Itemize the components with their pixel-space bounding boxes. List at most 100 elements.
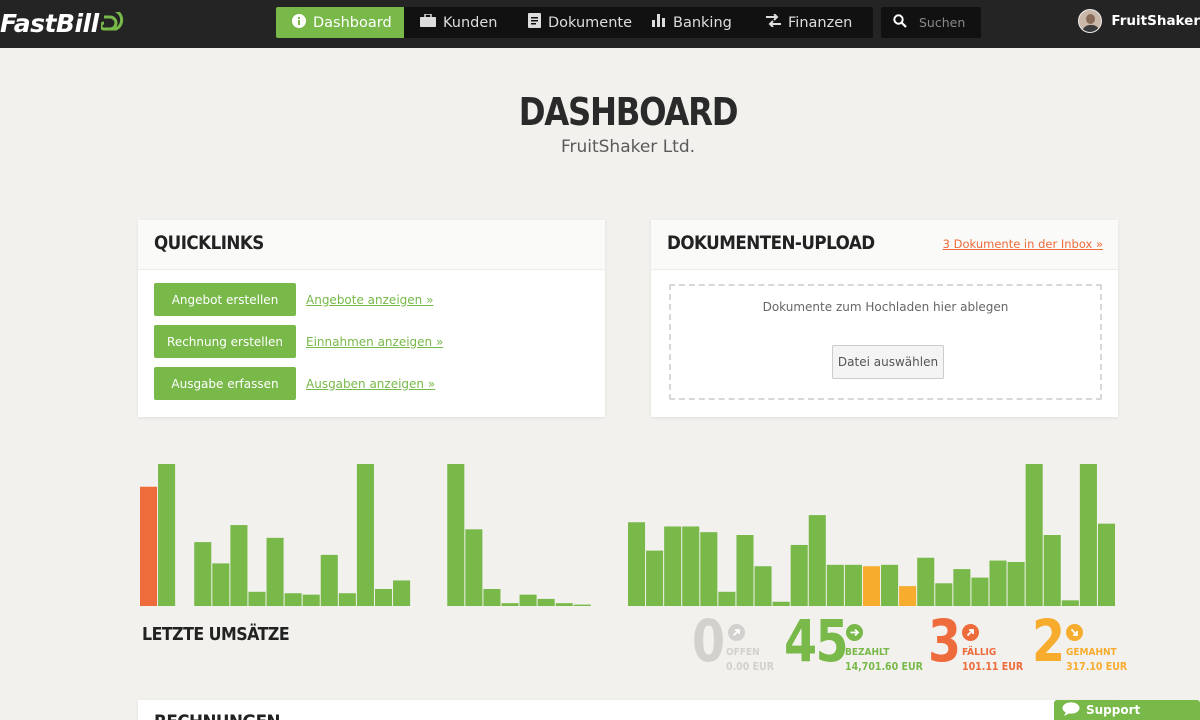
chart-bar[interactable] [664, 526, 682, 606]
chart-bar[interactable] [971, 577, 989, 606]
avatar[interactable] [1078, 9, 1103, 33]
stat-amount: 0.00 EUR [726, 661, 775, 673]
exchange-icon [766, 13, 788, 31]
create-invoice-button[interactable]: Rechnung erstellen [154, 325, 296, 358]
inbox-link[interactable]: 3 Dokumente in der Inbox » [943, 237, 1103, 251]
stat-amount: 317.10 EUR [1066, 661, 1128, 673]
search-input[interactable] [919, 15, 979, 30]
chart-bar[interactable] [628, 522, 646, 606]
chart-bar[interactable] [1097, 523, 1115, 606]
chart-bar[interactable] [573, 604, 591, 606]
record-expense-button[interactable]: Ausgabe erfassen [154, 367, 296, 400]
stat-number: 0 [692, 607, 725, 675]
chart-bar[interactable] [790, 544, 808, 606]
chart-bar[interactable] [284, 593, 302, 606]
chart-bar[interactable] [140, 486, 158, 606]
stat-amount: 101.11 EUR [962, 661, 1024, 673]
chart-bar[interactable] [338, 593, 356, 606]
support-button[interactable]: Support [1054, 700, 1200, 720]
stat-label: FÄLLIG [962, 647, 997, 658]
chart-bar[interactable] [826, 564, 844, 606]
bar-chart-icon [652, 14, 673, 31]
app-logo[interactable]: FastBill [0, 6, 125, 40]
arrow-up-right-icon [962, 624, 979, 641]
chart-bar[interactable] [1025, 464, 1043, 606]
nav-item-label: Dokumente [548, 14, 633, 31]
revenue-section-title: LETZTE UMSÄTZE [142, 624, 290, 645]
card-header: DOKUMENTEN-UPLOAD 3 Dokumente in der Inb… [651, 220, 1118, 270]
chart-bar[interactable] [862, 566, 881, 606]
chart-bar[interactable] [374, 588, 393, 606]
search-icon[interactable] [893, 13, 907, 32]
chat-bubble-icon [1062, 701, 1080, 720]
user-name[interactable]: FruitShaker [1111, 13, 1200, 29]
stat-number: 45 [784, 607, 849, 675]
chart-bar[interactable] [989, 560, 1007, 606]
stat-amount: 14,701.60 EUR [845, 661, 923, 673]
chart-bar[interactable] [646, 550, 664, 606]
nav-item-dokumente[interactable]: Dokumente [512, 7, 636, 38]
chart-bar[interactable] [212, 563, 230, 606]
chart-bar[interactable] [736, 535, 754, 606]
stat-label: OFFEN [726, 647, 760, 658]
briefcase-icon [420, 13, 443, 31]
chart-bar[interactable] [465, 529, 483, 606]
chart-bar[interactable] [808, 515, 826, 606]
search-box [881, 7, 981, 38]
chart-bar[interactable] [700, 532, 718, 606]
chart-bar[interactable] [1061, 600, 1079, 606]
chart-bar[interactable] [537, 598, 555, 606]
quicklinks-card: QUICKLINKS Angebot erstellen Angebote an… [138, 220, 605, 417]
chart-bar[interactable] [899, 586, 917, 606]
user-menu[interactable]: FruitShaker [1078, 8, 1200, 34]
card-header: QUICKLINKS [138, 220, 605, 270]
chart-bar[interactable] [1079, 464, 1097, 606]
chart-bar[interactable] [248, 591, 266, 606]
chart-bar[interactable] [555, 603, 573, 606]
chart-bar[interactable] [483, 588, 501, 606]
chart-bar[interactable] [917, 557, 935, 606]
chart-bar[interactable] [844, 564, 862, 606]
arrow-right-icon [846, 624, 863, 641]
quicklink-row: Ausgabe erfassen Ausgaben anzeigen » [154, 367, 435, 400]
quicklink-row: Rechnung erstellen Einnahmen anzeigen » [154, 325, 443, 358]
chart-bar[interactable] [682, 526, 700, 606]
page-title: DASHBOARD [518, 90, 739, 134]
chart-bar[interactable] [953, 569, 971, 606]
chart-bar[interactable] [158, 464, 176, 606]
quicklink-row: Angebot erstellen Angebote anzeigen » [154, 283, 433, 316]
chart-bar[interactable] [302, 594, 320, 606]
chart-bar[interactable] [881, 564, 899, 606]
chart-bar[interactable] [266, 537, 284, 606]
nav-item-finanzen[interactable]: Finanzen [750, 7, 872, 38]
chart-bar[interactable] [754, 566, 772, 606]
chart-bar[interactable] [519, 594, 537, 606]
chart-bar[interactable] [1043, 535, 1061, 606]
card-title: QUICKLINKS [154, 232, 264, 254]
chart-bar[interactable] [718, 591, 736, 606]
chart-bar[interactable] [320, 554, 338, 606]
chart-bar[interactable] [772, 601, 790, 606]
nav-item-dashboard[interactable]: Dashboard [276, 7, 404, 38]
chart-bar[interactable] [935, 583, 953, 606]
nav-item-banking[interactable]: Banking [636, 7, 750, 38]
show-offers-link[interactable]: Angebote anzeigen » [306, 293, 433, 307]
chart-bar[interactable] [230, 525, 248, 606]
chart-bar[interactable] [447, 464, 465, 606]
show-income-link[interactable]: Einnahmen anzeigen » [306, 335, 443, 349]
choose-file-button[interactable]: Datei auswählen [832, 345, 944, 379]
nav-item-label: Kunden [443, 14, 498, 31]
support-label: Support [1086, 703, 1141, 717]
arrow-up-right-icon [728, 624, 745, 641]
upload-dropzone[interactable]: Dokumente zum Hochladen hier ablegen Dat… [669, 284, 1102, 400]
chart-bar[interactable] [501, 603, 519, 606]
chart-bar[interactable] [194, 542, 212, 606]
chart-bar[interactable] [393, 580, 411, 606]
create-offer-button[interactable]: Angebot erstellen [154, 283, 296, 316]
nav-item-kunden[interactable]: Kunden [404, 7, 512, 38]
nav-item-label: Banking [673, 14, 732, 31]
show-expenses-link[interactable]: Ausgaben anzeigen » [306, 377, 435, 391]
top-bar: FastBill Dashboard Kunden Dokumente Bank… [0, 0, 1200, 48]
chart-bar[interactable] [1007, 561, 1025, 606]
chart-bar[interactable] [356, 464, 374, 606]
